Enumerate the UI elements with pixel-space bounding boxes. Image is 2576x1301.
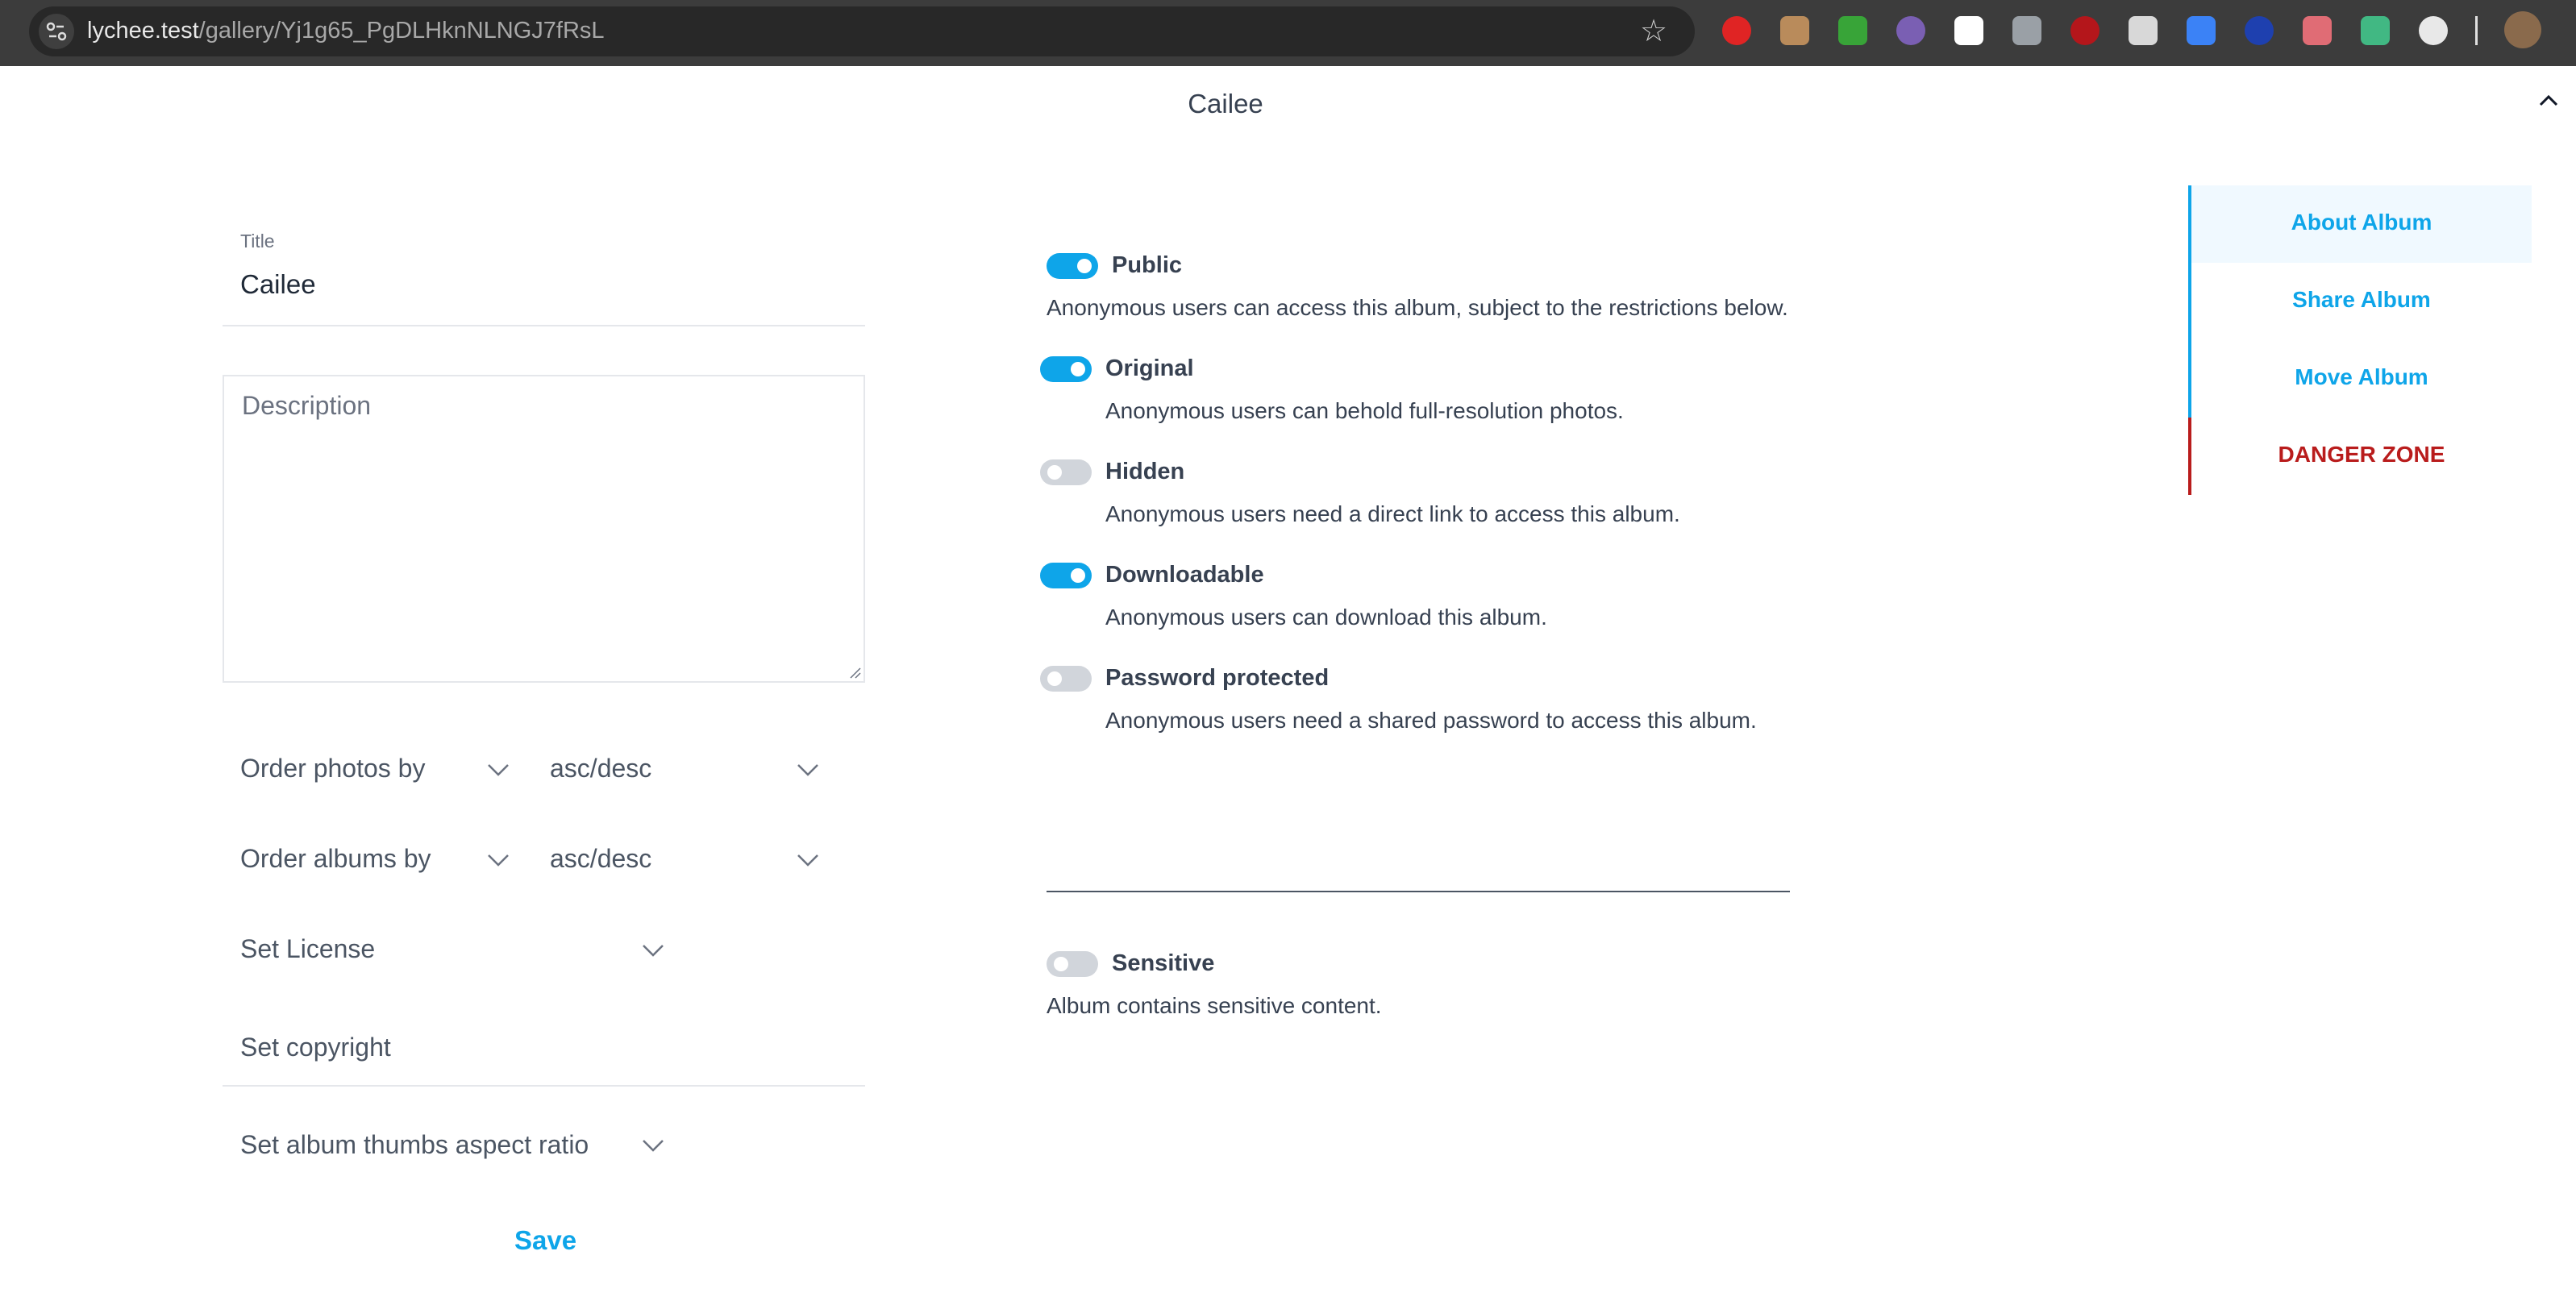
hidden-toggle[interactable] xyxy=(1040,459,1092,485)
password-toggle[interactable] xyxy=(1040,666,1092,692)
joystick-extension-icon[interactable] xyxy=(2012,16,2041,45)
password-description: Anonymous users need a shared password t… xyxy=(1105,708,1757,733)
hand-extension-icon[interactable] xyxy=(1722,16,1751,45)
downloadable-toggle[interactable] xyxy=(1040,563,1092,588)
order-albums-direction-select[interactable]: asc/desc xyxy=(550,844,651,874)
copyright-underline xyxy=(223,1085,865,1087)
toggle-knob xyxy=(1071,362,1085,376)
original-label: Original xyxy=(1105,355,1194,381)
url-text[interactable]: lychee.test/gallery/Yj1g65_PgDLHknNLNGJ7… xyxy=(87,18,605,44)
aspect-ratio-select[interactable]: Set album thumbs aspect ratio xyxy=(240,1130,589,1160)
vue-extension-icon[interactable] xyxy=(2361,16,2390,45)
chevron-down-icon[interactable] xyxy=(486,763,510,777)
description-textarea[interactable]: Description xyxy=(223,375,865,683)
sensitive-description: Album contains sensitive content. xyxy=(1047,993,1382,1018)
downloadable-description: Anonymous users can download this album. xyxy=(1105,605,1547,630)
chevron-down-icon[interactable] xyxy=(641,1138,665,1153)
password-label: Password protected xyxy=(1105,665,1330,691)
sensitive-label: Sensitive xyxy=(1112,950,1215,976)
original-toggle[interactable] xyxy=(1040,356,1092,382)
license-select[interactable]: Set License xyxy=(240,934,375,964)
address-bar[interactable]: lychee.test/gallery/Yj1g65_PgDLHknNLNGJ7… xyxy=(29,6,1695,56)
toggle-knob xyxy=(1071,568,1085,583)
title-input[interactable]: Cailee xyxy=(240,269,316,300)
order-photos-select[interactable]: Order photos by xyxy=(240,754,425,784)
browser-toolbar: lychee.test/gallery/Yj1g65_PgDLHknNLNGJ7… xyxy=(0,0,2576,66)
mask-extension-icon[interactable] xyxy=(1780,16,1809,45)
bookmark-star-icon[interactable]: ☆ xyxy=(1640,16,1667,47)
order-albums-select[interactable]: Order albums by xyxy=(240,844,431,874)
nav-danger-zone[interactable]: DANGER ZONE xyxy=(2188,418,2532,495)
sensitive-toggle[interactable] xyxy=(1047,951,1098,977)
puzzle-extension-icon[interactable] xyxy=(2419,16,2448,45)
fox-extension-icon[interactable] xyxy=(1896,16,1925,45)
globe-extension-icon[interactable] xyxy=(2245,16,2274,45)
save-button[interactable]: Save xyxy=(514,1225,576,1256)
downloadable-label: Downloadable xyxy=(1105,562,1264,588)
chevron-down-icon[interactable] xyxy=(796,763,820,777)
chevron-down-icon[interactable] xyxy=(641,943,665,958)
public-toggle[interactable] xyxy=(1047,253,1098,279)
description-placeholder: Description xyxy=(242,391,372,420)
title-underline xyxy=(223,325,865,326)
green-extension-icon[interactable] xyxy=(1838,16,1867,45)
toggle-knob xyxy=(1077,259,1092,273)
public-label: Public xyxy=(1112,252,1183,278)
album-title: Cailee xyxy=(1188,89,1263,118)
order-photos-direction-select[interactable]: asc/desc xyxy=(550,754,651,784)
nav-share-album[interactable]: Share Album xyxy=(2188,263,2532,340)
toggle-knob xyxy=(1047,671,1062,686)
hidden-label: Hidden xyxy=(1105,459,1185,484)
public-description: Anonymous users can access this album, s… xyxy=(1047,295,1788,320)
shield-extension-icon[interactable] xyxy=(2129,16,2158,45)
screen-extension-icon[interactable] xyxy=(2187,16,2216,45)
resize-handle-icon[interactable] xyxy=(849,667,862,680)
toolbar-separator xyxy=(2475,16,2478,45)
title-label: Title xyxy=(240,231,275,251)
hidden-description: Anonymous users need a direct link to ac… xyxy=(1105,501,1680,526)
original-description: Anonymous users can behold full-resoluti… xyxy=(1105,398,1624,423)
chevron-up-icon[interactable] xyxy=(2536,89,2561,113)
nav-move-album[interactable]: Move Album xyxy=(2188,340,2532,418)
chevron-down-icon[interactable] xyxy=(486,853,510,867)
ublock-extension-icon[interactable] xyxy=(2070,16,2100,45)
section-divider xyxy=(1047,891,1790,892)
profile-avatar[interactable] xyxy=(2504,11,2541,48)
record-extension-icon[interactable] xyxy=(1954,16,1983,45)
nav-about-album[interactable]: About Album xyxy=(2188,185,2532,263)
toggle-knob xyxy=(1054,957,1068,971)
copyright-input[interactable]: Set copyright xyxy=(240,1033,391,1062)
chevron-down-icon[interactable] xyxy=(796,853,820,867)
moon-extension-icon[interactable] xyxy=(2303,16,2332,45)
toggle-knob xyxy=(1047,465,1062,480)
site-settings-icon[interactable] xyxy=(39,14,74,49)
